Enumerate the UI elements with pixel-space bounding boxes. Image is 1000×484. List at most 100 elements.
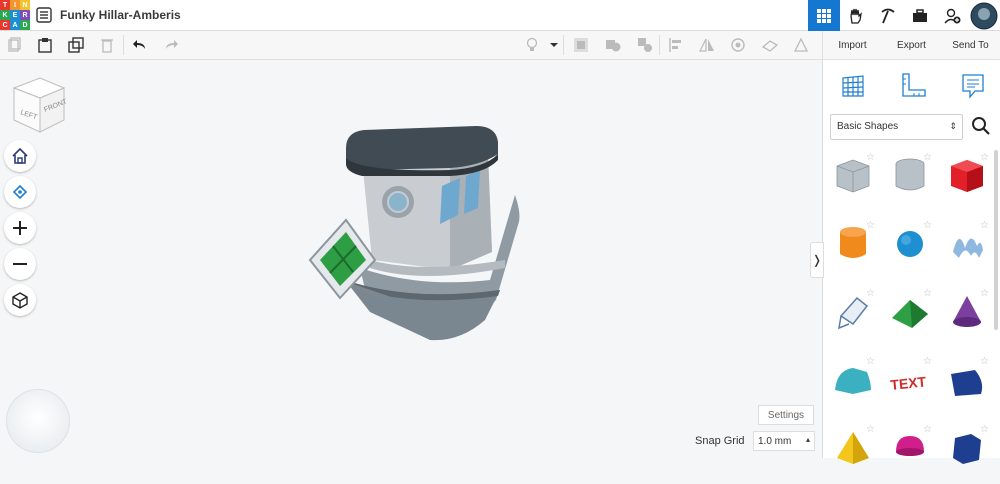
redo-icon[interactable] (162, 36, 180, 54)
shape-scribble[interactable]: ☆ (941, 218, 993, 280)
duplicate-icon[interactable] (67, 36, 85, 54)
favorite-star-icon[interactable]: ☆ (980, 220, 989, 231)
chevron-right-icon: ❭ (811, 253, 823, 267)
fit-all-button[interactable] (4, 176, 36, 208)
hole-icon[interactable] (572, 36, 590, 54)
favorite-star-icon[interactable]: ☆ (866, 424, 875, 435)
shape-pyramid[interactable]: ☆ (827, 422, 879, 484)
panel-scrollbar[interactable] (994, 150, 998, 330)
zoom-out-button[interactable] (4, 248, 36, 280)
home-view-icon (12, 147, 28, 164)
shape-polygon[interactable]: ☆ (941, 422, 993, 484)
hand-icon[interactable] (840, 0, 872, 31)
export-button[interactable]: Export (882, 31, 941, 59)
logo-letter: R (20, 10, 30, 20)
logo-letter: E (10, 10, 20, 20)
shape-half-cylinder[interactable]: ☆ (941, 354, 993, 416)
orbit-control[interactable] (6, 389, 70, 453)
mirror-icon[interactable] (698, 36, 716, 54)
project-title[interactable]: Funky Hillar-Amberis (60, 8, 181, 22)
shape-cone[interactable]: ☆ (941, 286, 993, 348)
chevron-updown-icon: ▴ (805, 435, 810, 444)
menu-list-icon[interactable] (36, 7, 52, 23)
briefcase-icon[interactable] (904, 0, 936, 31)
logo-letter: D (20, 20, 30, 30)
panel-header: Import Export Send To (822, 31, 1000, 60)
workplane-icon[interactable] (761, 36, 779, 54)
edit-toolbar (0, 31, 822, 60)
align-icon[interactable] (667, 36, 685, 54)
favorite-star-icon[interactable]: ☆ (866, 152, 875, 163)
delete-icon[interactable] (98, 36, 116, 54)
settings-button[interactable]: Settings (758, 405, 814, 425)
logo-letter: A (10, 20, 20, 30)
paste-icon[interactable] (36, 36, 54, 54)
snap-grid-label: Snap Grid (695, 435, 745, 447)
shape-box-hole[interactable]: ☆ (827, 150, 879, 212)
import-button[interactable]: Import (823, 31, 882, 59)
logo-letter: C (0, 20, 10, 30)
logo-letter: I (10, 0, 20, 10)
shape-box[interactable]: ☆ (941, 150, 993, 212)
copy-icon[interactable] (5, 36, 23, 54)
logo-letter: K (0, 10, 10, 20)
favorite-star-icon[interactable]: ☆ (923, 424, 932, 435)
dropdown-icon[interactable] (545, 36, 563, 54)
collapse-panel-button[interactable]: ❭ (810, 242, 824, 278)
ruler-icon[interactable] (792, 36, 810, 54)
logo-letter: N (20, 0, 30, 10)
pickaxe-icon[interactable] (872, 0, 904, 31)
favorite-star-icon[interactable]: ☆ (923, 220, 932, 231)
workplane-grid-icon[interactable] (839, 72, 867, 100)
favorite-star-icon[interactable]: ☆ (866, 356, 875, 367)
snap-grid-select[interactable]: 1.0 mm ▴ (753, 431, 815, 451)
logo-letter: T (0, 0, 10, 10)
group-icon[interactable] (636, 36, 654, 54)
search-icon[interactable] (971, 116, 991, 136)
boat-model[interactable] (300, 120, 540, 350)
chevron-updown-icon: ⇕ (949, 121, 957, 131)
zoom-in-icon (13, 221, 27, 235)
snap-grid-value: 1.0 mm (758, 436, 792, 447)
favorite-star-icon[interactable]: ☆ (980, 356, 989, 367)
shape-cylinder[interactable]: ☆ (827, 218, 879, 280)
favorite-star-icon[interactable]: ☆ (923, 356, 932, 367)
grid-icon[interactable] (808, 0, 840, 31)
tinkercad-logo[interactable]: TINKERCAD (0, 0, 31, 31)
solid-icon[interactable] (604, 36, 622, 54)
perspective-icon (12, 292, 28, 309)
favorite-star-icon[interactable]: ☆ (866, 220, 875, 231)
shape-cylinder-hole[interactable]: ☆ (884, 150, 936, 212)
light-bulb-icon[interactable] (523, 36, 541, 54)
cruise-icon[interactable] (729, 36, 747, 54)
favorite-star-icon[interactable]: ☆ (866, 288, 875, 299)
favorite-star-icon[interactable]: ☆ (980, 288, 989, 299)
add-user-icon[interactable] (936, 0, 968, 31)
undo-icon[interactable] (131, 36, 149, 54)
zoom-out-icon (13, 263, 27, 265)
favorite-star-icon[interactable]: ☆ (923, 288, 932, 299)
home-view-button[interactable] (4, 140, 36, 172)
shape-shape-generator[interactable]: ☆ (827, 286, 879, 348)
zoom-in-button[interactable] (4, 212, 36, 244)
send-to-button[interactable]: Send To (941, 31, 1000, 59)
category-select[interactable]: Basic Shapes ⇕ (830, 114, 963, 140)
shape-sphere-half[interactable]: ☆ (884, 422, 936, 484)
svg-text:TEXT: TEXT (890, 373, 928, 393)
top-bar: TINKERCAD Funky Hillar-Amberis (0, 0, 1000, 31)
category-select-value: Basic Shapes (837, 121, 899, 132)
shape-roof[interactable]: ☆ (884, 286, 936, 348)
ruler-angle-icon[interactable] (899, 72, 927, 100)
shapes-panel: Basic Shapes ⇕ ☆ ☆ ☆ ☆ ☆ ☆ ☆ ☆ ☆ ☆ TEXT ☆ ☆ ☆ ☆ ☆ (822, 60, 1000, 464)
shape-text[interactable]: TEXT ☆ (884, 354, 936, 416)
fit-all-icon (12, 184, 28, 200)
favorite-star-icon[interactable]: ☆ (923, 152, 932, 163)
shape-round-roof[interactable]: ☆ (827, 354, 879, 416)
shape-sphere[interactable]: ☆ (884, 218, 936, 280)
profile-avatar[interactable] (968, 0, 1000, 31)
favorite-star-icon[interactable]: ☆ (980, 424, 989, 435)
favorite-star-icon[interactable]: ☆ (980, 152, 989, 163)
perspective-button[interactable] (4, 284, 36, 316)
notes-icon[interactable] (959, 72, 987, 100)
view-cube[interactable]: LEFT FRONT (10, 76, 69, 134)
